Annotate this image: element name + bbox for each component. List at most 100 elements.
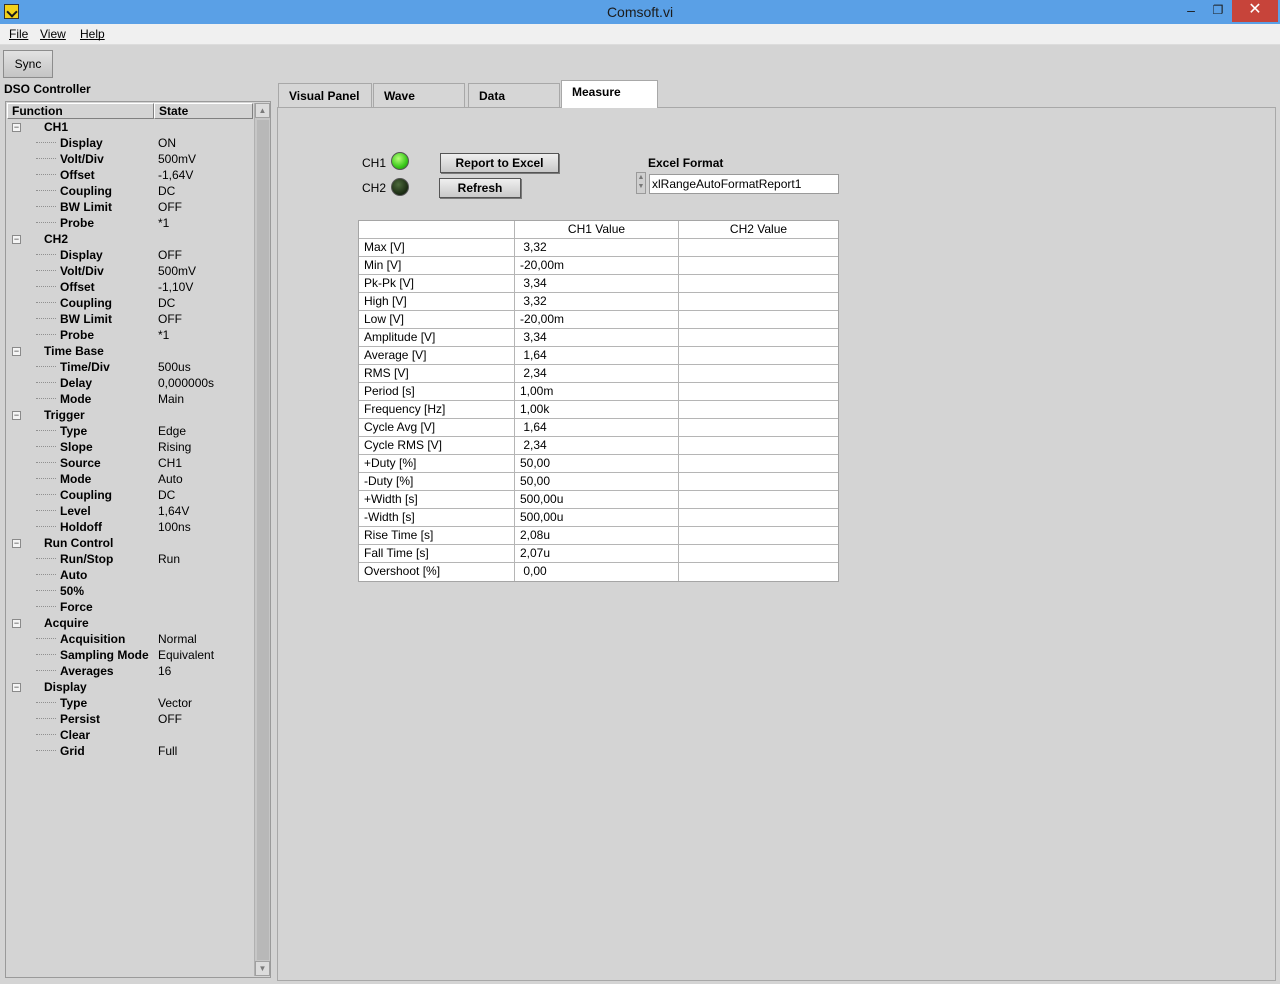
tree-item-row[interactable]: Grid Full bbox=[6, 743, 253, 759]
ch1-value-cell[interactable]: 3,34 bbox=[515, 329, 679, 346]
ch1-value-cell[interactable]: 1,64 bbox=[515, 347, 679, 364]
menu-view[interactable]: View bbox=[40, 27, 66, 41]
ch2-value-cell[interactable] bbox=[679, 473, 838, 490]
ch2-value-cell[interactable] bbox=[679, 419, 838, 436]
tree-item-row[interactable]: Mode Auto bbox=[6, 471, 253, 487]
excel-format-field[interactable]: xlRangeAutoFormatReport1 bbox=[649, 174, 839, 194]
ch1-value-cell[interactable]: -20,00m bbox=[515, 311, 679, 328]
excel-format-spinner[interactable]: ▲ ▼ bbox=[636, 172, 646, 194]
ch1-value-cell[interactable]: -20,00m bbox=[515, 257, 679, 274]
tree-item-row[interactable]: Type Vector bbox=[6, 695, 253, 711]
tab-visual-panel[interactable]: Visual Panel bbox=[278, 83, 372, 107]
refresh-button[interactable]: Refresh bbox=[439, 178, 521, 198]
tree-item-row[interactable]: Display OFF bbox=[6, 247, 253, 263]
ch2-value-cell[interactable] bbox=[679, 257, 838, 274]
tree-item-row[interactable]: Time/Div 500us bbox=[6, 359, 253, 375]
dso-settings-tree[interactable]: Function State − CH1 Display ON Volt/Div 500m… bbox=[5, 101, 271, 978]
ch2-value-cell[interactable] bbox=[679, 383, 838, 400]
tree-group-row[interactable]: − Acquire bbox=[6, 615, 253, 631]
ch1-value-cell[interactable]: 3,32 bbox=[515, 239, 679, 256]
tree-group-row[interactable]: − CH2 bbox=[6, 231, 253, 247]
ch1-value-cell[interactable]: 2,07u bbox=[515, 545, 679, 562]
tree-item-row[interactable]: Volt/Div 500mV bbox=[6, 263, 253, 279]
ch1-value-cell[interactable]: 1,64 bbox=[515, 419, 679, 436]
scroll-down-icon[interactable]: ▼ bbox=[255, 961, 270, 976]
collapse-icon[interactable]: − bbox=[12, 235, 21, 244]
tab-measure[interactable]: Measure bbox=[561, 80, 658, 108]
close-button[interactable]: ✕ bbox=[1232, 0, 1278, 22]
ch2-value-cell[interactable] bbox=[679, 509, 838, 526]
report-to-excel-button[interactable]: Report to Excel bbox=[440, 153, 559, 173]
tree-item-row[interactable]: Offset -1,64V bbox=[6, 167, 253, 183]
tree-group-row[interactable]: − CH1 bbox=[6, 119, 253, 135]
collapse-icon[interactable]: − bbox=[12, 347, 21, 356]
scroll-thumb[interactable] bbox=[257, 120, 269, 960]
ch1-value-cell[interactable]: 50,00 bbox=[515, 473, 679, 490]
menu-help[interactable]: Help bbox=[80, 27, 105, 41]
tree-item-row[interactable]: Averages 16 bbox=[6, 663, 253, 679]
ch2-value-cell[interactable] bbox=[679, 401, 838, 418]
tree-item-row[interactable]: Probe *1 bbox=[6, 327, 253, 343]
maximize-button[interactable]: ❐ bbox=[1205, 0, 1231, 22]
tree-header-state[interactable]: State bbox=[154, 103, 253, 119]
tree-item-row[interactable]: Level 1,64V bbox=[6, 503, 253, 519]
tree-item-row[interactable]: Display ON bbox=[6, 135, 253, 151]
ch2-value-cell[interactable] bbox=[679, 455, 838, 472]
tree-group-row[interactable]: − Trigger bbox=[6, 407, 253, 423]
tree-item-row[interactable]: Clear bbox=[6, 727, 253, 743]
tab-wave[interactable]: Wave bbox=[373, 83, 465, 107]
tree-item-row[interactable]: BW Limit OFF bbox=[6, 311, 253, 327]
tree-scrollbar[interactable]: ▲ ▼ bbox=[254, 103, 270, 976]
tree-item-row[interactable]: Coupling DC bbox=[6, 183, 253, 199]
ch2-value-cell[interactable] bbox=[679, 275, 838, 292]
ch1-value-cell[interactable]: 500,00u bbox=[515, 509, 679, 526]
ch1-value-cell[interactable]: 3,34 bbox=[515, 275, 679, 292]
menu-file[interactable]: File bbox=[9, 27, 28, 41]
tree-item-row[interactable]: Source CH1 bbox=[6, 455, 253, 471]
tree-item-row[interactable]: Holdoff 100ns bbox=[6, 519, 253, 535]
ch1-value-cell[interactable]: 1,00m bbox=[515, 383, 679, 400]
tree-item-row[interactable]: Acquisition Normal bbox=[6, 631, 253, 647]
ch1-value-cell[interactable]: 2,34 bbox=[515, 437, 679, 454]
ch2-value-cell[interactable] bbox=[679, 311, 838, 328]
tree-item-row[interactable]: Probe *1 bbox=[6, 215, 253, 231]
ch2-value-cell[interactable] bbox=[679, 239, 838, 256]
ch2-value-cell[interactable] bbox=[679, 293, 838, 310]
collapse-icon[interactable]: − bbox=[12, 619, 21, 628]
tree-item-row[interactable]: Offset -1,10V bbox=[6, 279, 253, 295]
scroll-up-icon[interactable]: ▲ bbox=[255, 103, 270, 118]
ch2-value-cell[interactable] bbox=[679, 545, 838, 562]
ch1-value-cell[interactable]: 50,00 bbox=[515, 455, 679, 472]
collapse-icon[interactable]: − bbox=[12, 123, 21, 132]
tree-item-row[interactable]: Mode Main bbox=[6, 391, 253, 407]
ch1-value-cell[interactable]: 0,00 bbox=[515, 563, 679, 581]
tree-group-row[interactable]: − Run Control bbox=[6, 535, 253, 551]
ch2-value-cell[interactable] bbox=[679, 365, 838, 382]
ch1-value-cell[interactable]: 500,00u bbox=[515, 491, 679, 508]
tree-group-row[interactable]: − Display bbox=[6, 679, 253, 695]
tree-item-row[interactable]: BW Limit OFF bbox=[6, 199, 253, 215]
tree-item-row[interactable]: Persist OFF bbox=[6, 711, 253, 727]
tree-item-row[interactable]: Slope Rising bbox=[6, 439, 253, 455]
ch2-value-cell[interactable] bbox=[679, 527, 838, 544]
ch1-value-cell[interactable]: 1,00k bbox=[515, 401, 679, 418]
sync-button[interactable]: Sync bbox=[3, 50, 53, 78]
tree-item-row[interactable]: 50% bbox=[6, 583, 253, 599]
ch1-value-cell[interactable]: 2,08u bbox=[515, 527, 679, 544]
tree-item-row[interactable]: Type Edge bbox=[6, 423, 253, 439]
ch1-value-cell[interactable]: 3,32 bbox=[515, 293, 679, 310]
tab-data[interactable]: Data bbox=[468, 83, 560, 107]
tree-group-row[interactable]: − Time Base bbox=[6, 343, 253, 359]
ch2-value-cell[interactable] bbox=[679, 563, 838, 581]
ch2-value-cell[interactable] bbox=[679, 329, 838, 346]
ch2-value-cell[interactable] bbox=[679, 437, 838, 454]
tree-item-row[interactable]: Auto bbox=[6, 567, 253, 583]
ch1-value-cell[interactable]: 2,34 bbox=[515, 365, 679, 382]
tree-item-row[interactable]: Delay 0,000000s bbox=[6, 375, 253, 391]
collapse-icon[interactable]: − bbox=[12, 539, 21, 548]
collapse-icon[interactable]: − bbox=[12, 683, 21, 692]
collapse-icon[interactable]: − bbox=[12, 411, 21, 420]
minimize-button[interactable]: – bbox=[1178, 0, 1204, 22]
tree-item-row[interactable]: Coupling DC bbox=[6, 487, 253, 503]
tree-item-row[interactable]: Sampling Mode Equivalent bbox=[6, 647, 253, 663]
